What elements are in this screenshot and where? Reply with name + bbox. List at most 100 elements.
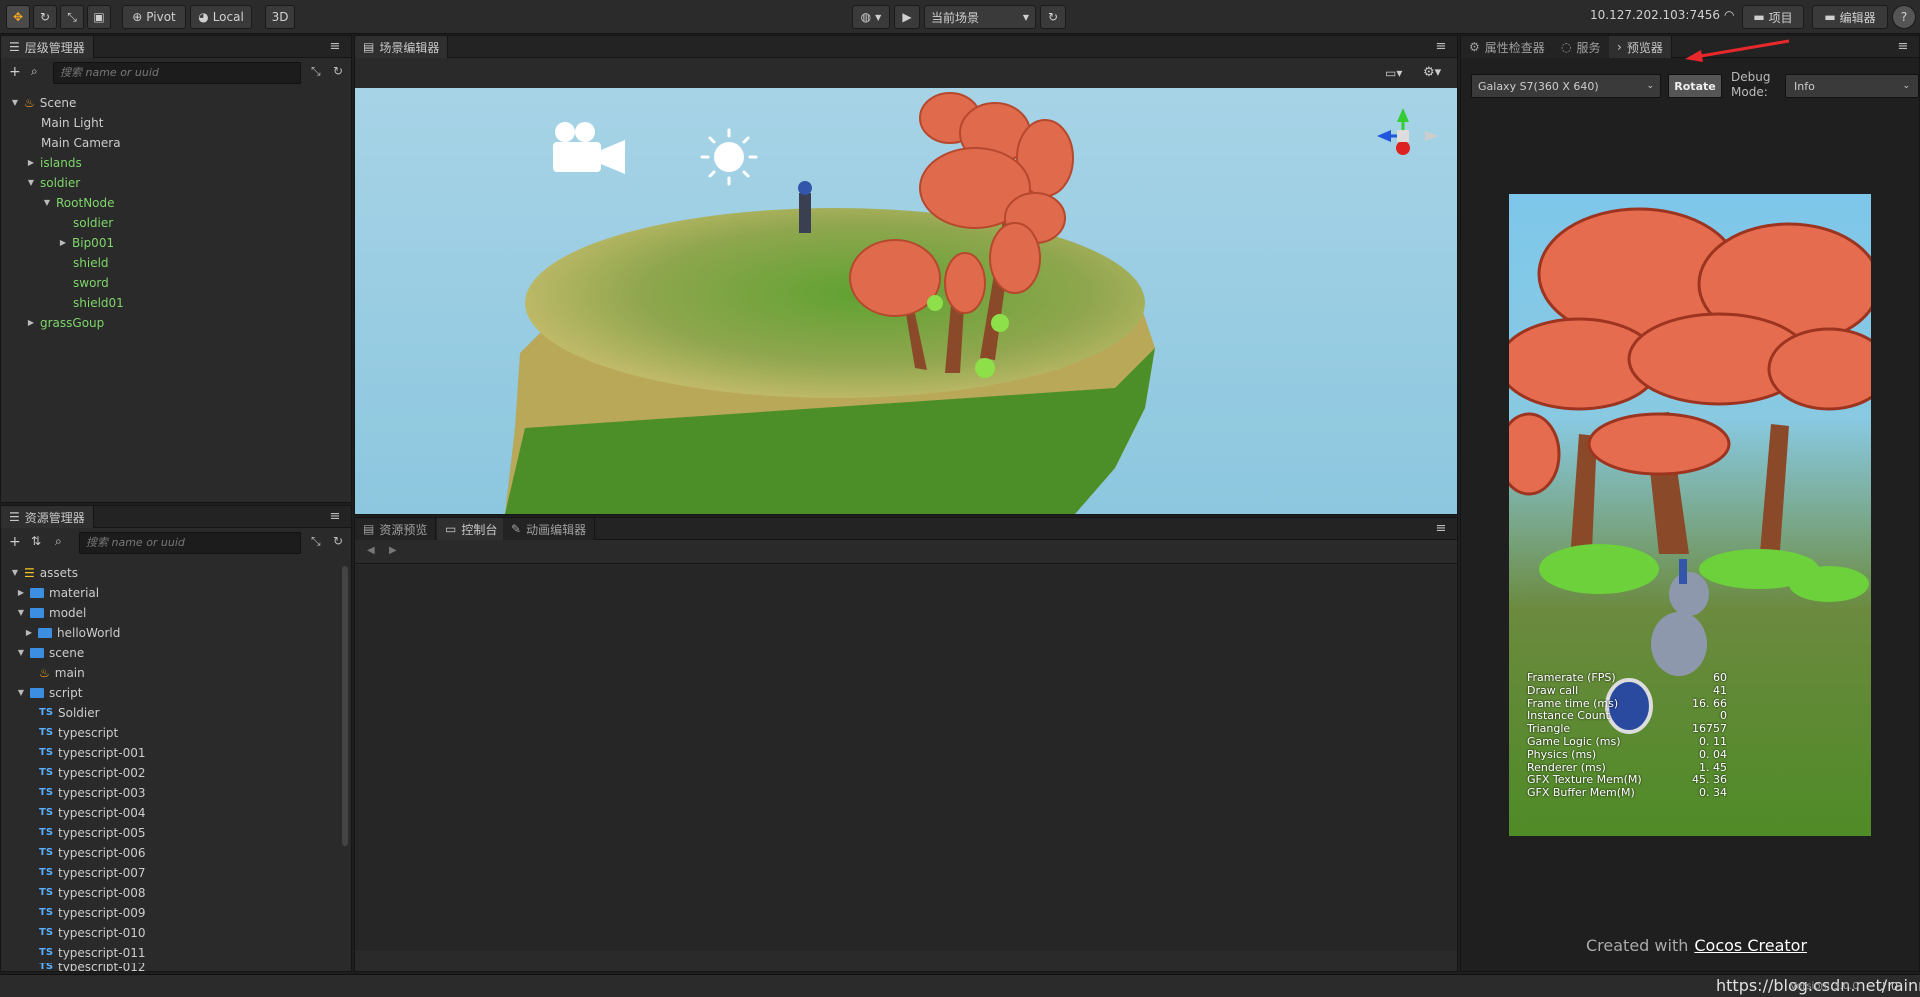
collapse-icon[interactable]: ⤡	[311, 64, 321, 79]
asset-item[interactable]: TS typescript-008	[39, 883, 145, 903]
platform-select[interactable]: ◍ ▼	[852, 5, 890, 29]
tab-assets[interactable]: ☰ 资源管理器	[1, 506, 94, 528]
asset-item[interactable]: TS typescript-009	[39, 903, 145, 923]
asset-item[interactable]: TS typescript-004	[39, 803, 145, 823]
asset-item[interactable]: ▶ helloWorld	[25, 623, 120, 643]
tree-item[interactable]: Main Light	[41, 113, 103, 133]
tree-item[interactable]: ▶ Bip001	[59, 233, 114, 253]
mode-3d-button[interactable]: 3D	[265, 5, 295, 29]
ip-address: 10.127.202.103:7456 ◠	[1590, 8, 1735, 22]
hierarchy-panel: ☰ 层级管理器 ≡ + ⌕ 搜索 name or uuid ⤡ ↻ ▼ ♨ Scene…	[0, 35, 352, 503]
chevron-down-icon: ⌄	[1902, 81, 1910, 91]
add-node-icon[interactable]: +	[9, 64, 21, 80]
asset-item[interactable]: TS typescript-006	[39, 843, 145, 863]
version-text: Version: 3.0.0	[1790, 981, 1859, 992]
asset-item[interactable]: TS Soldier	[39, 703, 100, 723]
asset-item[interactable]: ▼ model	[17, 603, 86, 623]
camera-view-icon[interactable]: ▭▾	[1385, 66, 1402, 80]
asset-item[interactable]: TS typescript-001	[39, 743, 145, 763]
tab-console[interactable]: ▭ 控制台	[437, 518, 507, 540]
move-tool-icon[interactable]: ✥	[6, 5, 30, 29]
light-gizmo-icon[interactable]	[700, 128, 758, 186]
refresh-icon[interactable]: ↻	[333, 534, 343, 548]
scene-select[interactable]: 当前场景 ▼	[924, 5, 1036, 29]
console-nav: ◀ ▶	[355, 540, 1457, 564]
rotate-tool-icon[interactable]: ↻	[33, 5, 57, 29]
created-with-text: Created with Cocos Creator	[1586, 936, 1808, 955]
local-button[interactable]: ◕ Local	[190, 5, 252, 29]
asset-item[interactable]: ▼ script	[17, 683, 83, 703]
tree-item[interactable]: ▼ soldier	[27, 173, 80, 193]
tree-item-scene[interactable]: ▼ ♨ Scene	[11, 93, 76, 113]
hierarchy-search-input[interactable]: 搜索 name or uuid	[53, 62, 301, 84]
asset-item[interactable]: ▶ material	[17, 583, 99, 603]
asset-item[interactable]: ▼ ☰ assets	[11, 563, 78, 583]
project-button[interactable]: ▬ 项目	[1742, 5, 1804, 29]
asset-item[interactable]: TS typescript-010	[39, 923, 145, 943]
tree-item[interactable]: ▼ RootNode	[43, 193, 115, 213]
axis-gizmo-icon[interactable]	[1373, 106, 1443, 166]
panel-menu-icon[interactable]: ≡	[1433, 521, 1449, 537]
tab-scene-editor[interactable]: ▤ 场景编辑器	[355, 36, 449, 58]
panel-menu-icon[interactable]: ≡	[327, 509, 343, 525]
search-icon[interactable]: ⌕	[31, 64, 38, 79]
assets-search-input[interactable]: 搜索 name or uuid	[79, 532, 301, 554]
rotate-button[interactable]: Rotate	[1668, 74, 1722, 98]
refresh-button[interactable]: ↻	[1040, 5, 1066, 29]
asset-item[interactable]: TS typescript-002	[39, 763, 145, 783]
chevron-right-icon: ▶	[17, 588, 25, 597]
panel-menu-icon[interactable]: ≡	[327, 39, 343, 55]
tab-animation-editor[interactable]: ✎ 动画编辑器	[503, 518, 596, 540]
tab-previewer[interactable]: › 预览器	[1609, 36, 1672, 58]
asset-item[interactable]: TS typescript-005	[39, 823, 145, 843]
tab-services[interactable]: ◌ 服务	[1553, 36, 1610, 58]
scene-viewport[interactable]	[355, 88, 1457, 514]
editor-button[interactable]: ▬ 编辑器	[1812, 5, 1888, 29]
tab-hierarchy[interactable]: ☰ 层级管理器	[1, 36, 94, 58]
tree-item[interactable]: ▶ islands	[27, 153, 82, 173]
game-preview-view[interactable]: Framerate (FPS) 60 Draw call 41 Frame time…	[1509, 194, 1871, 836]
tree-item[interactable]: shield01	[73, 293, 124, 313]
asset-item[interactable]: ♨ main	[39, 663, 85, 683]
camera-gizmo-icon[interactable]	[551, 120, 627, 174]
play-button[interactable]: ▶	[894, 5, 920, 29]
asset-item[interactable]: TS typescript-003	[39, 783, 145, 803]
chevron-down-icon: ▼	[43, 198, 51, 207]
pivot-button[interactable]: ⊕ Pivot	[122, 5, 186, 29]
help-button[interactable]: ?	[1892, 5, 1916, 29]
tree-item[interactable]: soldier	[73, 213, 113, 233]
nav-forward-icon[interactable]: ▶	[389, 545, 397, 556]
sort-icon[interactable]: ⇅	[31, 534, 41, 548]
gear-icon[interactable]: ⚙▾	[1423, 65, 1441, 80]
tab-asset-preview[interactable]: ▤ 资源预览	[355, 518, 437, 540]
assets-scrollbar[interactable]	[342, 566, 348, 846]
tree-item[interactable]: Main Camera	[41, 133, 121, 153]
refresh-icon[interactable]: ↻	[333, 64, 343, 78]
chevron-down-icon: ▼	[11, 568, 19, 577]
panel-menu-icon[interactable]: ≡	[1433, 39, 1449, 55]
add-asset-icon[interactable]: +	[9, 534, 21, 550]
red-arrow-annotation	[1685, 39, 1790, 62]
asset-item[interactable]: TS typescript-012	[39, 963, 145, 971]
cocos-creator-link[interactable]: Cocos Creator	[1694, 936, 1807, 955]
debug-mode-select[interactable]: Info ⌄	[1785, 74, 1919, 98]
tree-item[interactable]: ▶ grassGoup	[27, 313, 104, 333]
asset-item[interactable]: ▼ scene	[17, 643, 84, 663]
asset-item[interactable]: TS typescript-007	[39, 863, 145, 883]
nav-back-icon[interactable]: ◀	[367, 545, 375, 556]
asset-item[interactable]: TS typescript-011	[39, 943, 145, 963]
tab-inspector[interactable]: ⚙ 属性检查器	[1461, 36, 1554, 58]
stat-row: Framerate (FPS) 60	[1527, 671, 1727, 684]
scale-tool-icon[interactable]: ⤡	[60, 5, 84, 29]
device-select[interactable]: Galaxy S7(360 X 640) ⌄	[1471, 74, 1661, 98]
rect-tool-icon[interactable]: ▣	[87, 5, 111, 29]
tree-item[interactable]: sword	[73, 273, 109, 293]
tree-item[interactable]: shield	[73, 253, 109, 273]
console-panel: ▤ 资源预览 ▭ 控制台 ✎ 动画编辑器 ≡ ◀ ▶	[354, 517, 1458, 972]
notification-count[interactable]: ♪ 0	[1880, 980, 1898, 993]
collapse-icon[interactable]: ⤡	[311, 534, 321, 549]
typescript-icon: TS	[39, 807, 54, 818]
asset-item[interactable]: TS typescript	[39, 723, 118, 743]
panel-menu-icon[interactable]: ≡	[1895, 39, 1911, 55]
search-icon[interactable]: ⌕	[55, 534, 62, 549]
